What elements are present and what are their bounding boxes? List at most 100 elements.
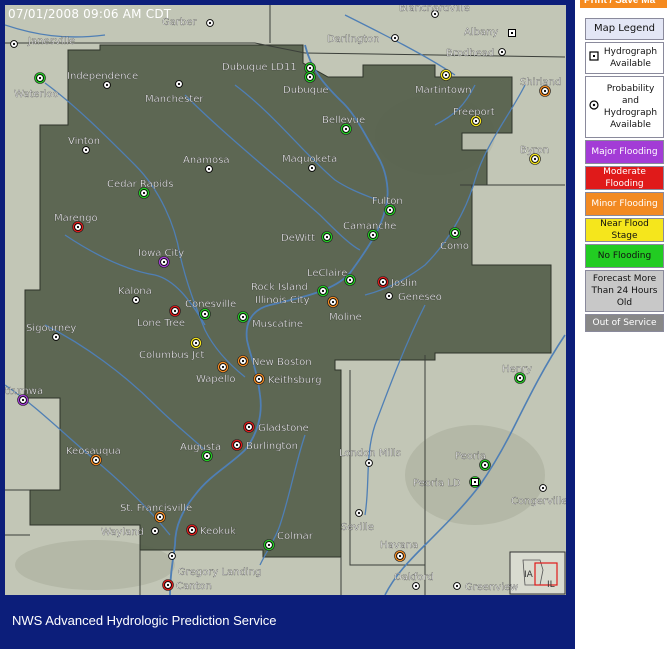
gauge-label: Brodhead <box>446 48 494 59</box>
gauge-label: Anamosa <box>183 155 230 166</box>
gauge-dot <box>310 166 314 170</box>
gauge-label: Independence <box>67 71 138 82</box>
gauge-label: St. Francisville <box>120 503 192 514</box>
gauge-dot <box>381 280 385 284</box>
gauge-joslin[interactable]: Joslin <box>377 276 418 290</box>
map-legend: Map Legend Hydrograph Available Probabil… <box>585 18 664 334</box>
gauge-dot <box>308 75 312 79</box>
gauge-label: Rock Island <box>251 282 308 293</box>
gauge-label: Moline <box>329 312 362 323</box>
hydrologic-map[interactable]: IA IL JanesvilleGarberDarlingtonAlbanyBr… <box>5 5 566 595</box>
gauge-label: Conesville <box>185 299 236 310</box>
print-save-button[interactable]: Print / Save Ma <box>580 0 667 8</box>
gauge-dot <box>142 191 146 195</box>
gauge-dot <box>444 73 448 77</box>
gauge-label: Henry <box>502 364 532 375</box>
gauge-label: Peoria LD <box>413 478 461 489</box>
gauge-label: Augusta <box>180 442 221 453</box>
gauge-dot <box>483 463 487 467</box>
gauge-dot <box>12 42 16 46</box>
gauge-label: Muscatine <box>252 319 303 330</box>
gauge-dot <box>38 76 42 80</box>
gauge-label: London Mills <box>339 448 401 459</box>
gauge-dot <box>235 443 239 447</box>
gauge-label: Sigourney <box>26 323 76 334</box>
gauge-dot <box>543 89 547 93</box>
gauge-dot <box>257 377 261 381</box>
legend-title[interactable]: Map Legend <box>585 18 664 40</box>
footer-title: NWS Advanced Hydrologic Prediction Servi… <box>12 613 277 628</box>
gauge-label: Vinton <box>68 136 100 147</box>
gauge-dot <box>203 312 207 316</box>
timestamp: 07/01/2008 09:06 AM CDT <box>8 7 172 21</box>
gauge-dot <box>194 341 198 345</box>
legend-hydrograph: Hydrograph Available <box>585 42 664 74</box>
map-frame: IA IL Janesville Garber Darlington Albany Br… <box>0 0 575 649</box>
probability-icon <box>589 100 599 114</box>
legend-no-flooding: No Flooding <box>585 244 664 268</box>
gauge-dot <box>177 82 181 86</box>
gauge-dot <box>518 376 522 380</box>
gauge-label: Wapello <box>196 374 236 385</box>
gauge-label: New Boston <box>252 357 312 368</box>
gauge-label: Maquoketa <box>282 154 337 165</box>
legend-near-flood-stage: Near Flood Stage <box>585 218 664 242</box>
gauge-dot <box>241 315 245 319</box>
gauge-label: Burlington <box>246 441 298 452</box>
gauge-dot <box>455 584 459 588</box>
gauge-dot <box>533 157 537 161</box>
gauge-dot <box>54 335 58 339</box>
legend-out-of-service: Out of Service <box>585 314 664 332</box>
gauge-dot <box>388 208 392 212</box>
gauge-label: Camanche <box>343 221 396 232</box>
gauge-dot <box>387 294 391 298</box>
gauge-canton[interactable]: Canton <box>162 579 212 593</box>
gauge-dot <box>166 583 170 587</box>
gauge-dot <box>221 365 225 369</box>
gauge-dot <box>21 398 25 402</box>
gauge-label: Bellevue <box>322 115 365 126</box>
gauge-label: Greenview <box>465 582 518 593</box>
gauge-label: Cedar Rapids <box>107 179 173 190</box>
gauge-dot <box>158 515 162 519</box>
gauge-dot <box>474 119 478 123</box>
gauge-label: Blanchardville <box>399 5 470 14</box>
gauge-dot <box>190 528 194 532</box>
gauge-label: Keosauqua <box>66 446 121 457</box>
gauge-dot <box>134 298 138 302</box>
gauge-dot <box>367 461 371 465</box>
gauge-dot <box>414 584 418 588</box>
gauge-label: Wayland <box>101 527 144 538</box>
gauge-dot <box>541 486 545 490</box>
gauge-label: DeWitt <box>281 233 315 244</box>
gauge-dot <box>162 260 166 264</box>
legend-forecast-old: Forecast More Than 24 Hours Old <box>585 270 664 312</box>
gauge-label: Havana <box>380 540 418 551</box>
gauge-dot <box>500 50 504 54</box>
gauge-dot <box>267 543 271 547</box>
legend-moderate-flooding: Moderate Flooding <box>585 166 664 190</box>
gauge-label: Freeport <box>453 107 495 118</box>
gauge-label: Lone Tree <box>137 318 185 329</box>
gauge-dot <box>398 554 402 558</box>
gauge-label: Byron <box>520 145 549 156</box>
gauge-dot <box>208 21 212 25</box>
gauge-dot <box>247 425 251 429</box>
gauge-label: Darlington <box>327 34 380 45</box>
gauge-label: Canton <box>176 581 212 592</box>
gauge-label: Janesville <box>27 36 75 47</box>
legend-probability: Probability and Hydrograph Available <box>585 76 664 138</box>
gauge-dot <box>393 36 397 40</box>
gauge-dot <box>76 225 80 229</box>
gauge-label: Marengo <box>54 213 98 224</box>
gauge-label: Kalona <box>118 286 152 297</box>
gauge-label: Shirland <box>520 77 561 88</box>
gauge-label: Geneseo <box>398 292 442 303</box>
hydrograph-icon <box>589 51 599 65</box>
gauge-dewitt[interactable]: DeWitt <box>281 231 333 245</box>
gauge-dot <box>205 454 209 458</box>
legend-major-flooding: Major Flooding <box>585 140 664 164</box>
gauge-keokuk[interactable]: Keokuk <box>186 524 237 538</box>
gauge-label: Keithsburg <box>268 375 321 386</box>
gauge-label: Joslin <box>390 278 417 289</box>
